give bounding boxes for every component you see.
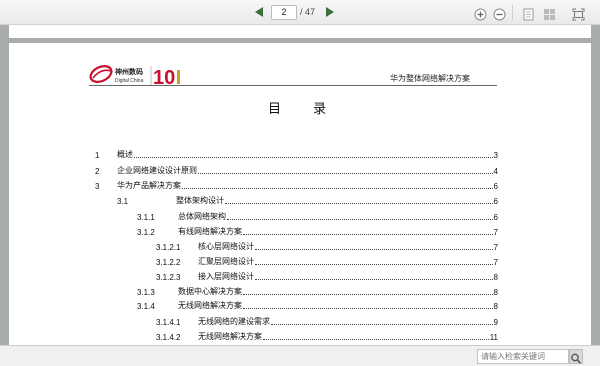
logo-text-cn: 神州数码: [115, 68, 143, 76]
fullscreen-icon[interactable]: [572, 6, 585, 21]
toc-entry[interactable]: 3.1 整体架构设计 6: [117, 194, 498, 206]
toc-leader-dots: [243, 308, 493, 309]
page-total: / 47: [300, 7, 316, 17]
toc-leader-dots: [255, 249, 493, 250]
toc-leader-dots: [255, 279, 493, 280]
zoom-out-icon[interactable]: [493, 6, 506, 21]
toc-entry[interactable]: 3.1.4.1 无线网络的建设需求 9: [156, 315, 498, 327]
toc-leader-dots: [271, 324, 493, 325]
toolbar-divider: [512, 5, 513, 20]
page-number-input[interactable]: 2: [271, 5, 297, 20]
toc-entry-page: 11: [489, 333, 498, 342]
toc-entry-title: 总体网络架构: [178, 212, 226, 221]
toc-entry-title: 概述: [117, 150, 133, 159]
zoom-in-icon[interactable]: [474, 6, 487, 21]
toc-entry[interactable]: 2 企业网络建设设计原则 4: [95, 164, 498, 176]
toc-entry[interactable]: 3.1.2.2 汇聚层网络设计 7: [156, 255, 498, 267]
toc-entry-number: 3: [95, 182, 100, 191]
single-page-icon[interactable]: [522, 6, 535, 21]
toc-entry-number: 3.1.1: [137, 213, 155, 222]
toc-leader-dots: [263, 339, 489, 340]
toc-entry-number: 1: [95, 151, 100, 160]
toc-entry-title: 整体架构设计: [176, 196, 224, 205]
toc-leader-dots: [243, 294, 493, 295]
toc-entry[interactable]: 3.1.4.2 无线网络解决方案 11: [156, 330, 498, 342]
toc-entry-page: 9: [493, 318, 498, 327]
toc-leader-dots: [198, 173, 493, 174]
digital-china-logo: 10 神州数码 Digital China: [89, 62, 189, 106]
toc-leader-dots: [243, 234, 493, 235]
toc-entry-page: 8: [493, 288, 498, 297]
toc-entry-title: 有线网络解决方案: [178, 227, 242, 236]
next-page-icon[interactable]: [324, 6, 336, 18]
toc-entry-page: 8: [493, 302, 498, 311]
toolbar: 2 / 47: [0, 0, 600, 25]
toc-entry-number: 3.1.4: [137, 302, 155, 311]
toc-entry-title: 数据中心解决方案: [178, 287, 242, 296]
toc-leader-dots: [227, 219, 493, 220]
search-input[interactable]: [477, 349, 569, 364]
toc-entry-page: 3: [493, 151, 498, 160]
search-icon: [571, 353, 582, 364]
search-button[interactable]: [569, 349, 583, 364]
toc-entry-page: 7: [493, 228, 498, 237]
toc-entry-number: 3.1.4.1: [156, 318, 181, 327]
toc-leader-dots: [225, 203, 493, 204]
toc-entry-title: 无线网络的建设需求: [198, 317, 270, 326]
toc-entry-number: 3.1.2.2: [156, 258, 181, 267]
toc-entry-number: 3.1.3: [137, 288, 155, 297]
toc-leader-dots: [255, 264, 493, 265]
toc-entry-title: 华为产品解决方案: [117, 181, 181, 190]
toc-entry-number: 3.1.2: [137, 228, 155, 237]
toc-entry-page: 6: [493, 213, 498, 222]
toc-entry-number: 3.1: [117, 197, 129, 206]
toc-entry-page: 6: [493, 197, 498, 206]
toc-leader-dots: [182, 188, 493, 189]
document-header-title: 华为整体网络解决方案: [390, 74, 470, 83]
toc-entry-title: 无线网络解决方案: [198, 332, 262, 341]
toc-entry-title: 核心层网络设计: [198, 242, 254, 251]
toc-entry-number: 3.1.2.1: [156, 243, 181, 252]
toc-entry-title: 汇聚层网络设计: [198, 257, 254, 266]
toc-entry-number: 3.1.4.2: [156, 333, 181, 342]
toc-title: 目 录: [268, 102, 341, 117]
toc-entry[interactable]: 3.1.4 无线网络解决方案 8: [137, 299, 498, 311]
toc-entry-page: 7: [493, 243, 498, 252]
toc-entry[interactable]: 3 华为产品解决方案 6: [95, 179, 498, 191]
toc-entry-page: 8: [493, 273, 498, 282]
previous-page-edge: [9, 25, 591, 38]
toc-entry-page: 7: [493, 258, 498, 267]
toc-entry-page: 6: [493, 182, 498, 191]
status-bar: [0, 345, 600, 366]
toc-entry[interactable]: 3.1.2.3 接入层网络设计 8: [156, 270, 498, 282]
toc-entry-number: 3.1.2.3: [156, 273, 181, 282]
logo-text-en: Digital China: [115, 78, 144, 84]
toc-entry[interactable]: 3.1.3 数据中心解决方案 8: [137, 285, 498, 297]
header-rule: [89, 85, 497, 86]
multi-page-icon[interactable]: [543, 6, 556, 20]
toc-entry[interactable]: 3.1.2 有线网络解决方案 7: [137, 225, 498, 237]
toc-entry-title: 企业网络建设设计原则: [117, 166, 197, 175]
toc-entry[interactable]: 3.1.1 总体网络架构 6: [137, 210, 498, 222]
toc-entry-title: 接入层网络设计: [198, 272, 254, 281]
toc-entry[interactable]: 1 概述 3: [95, 148, 498, 160]
toc-entry-number: 2: [95, 167, 100, 176]
prev-page-icon[interactable]: [253, 6, 265, 18]
toc-entry-page: 4: [493, 167, 498, 176]
toc-leader-dots: [134, 157, 493, 158]
toc-entry[interactable]: 3.1.2.1 核心层网络设计 7: [156, 240, 498, 252]
toc-entry-title: 无线网络解决方案: [178, 301, 242, 310]
